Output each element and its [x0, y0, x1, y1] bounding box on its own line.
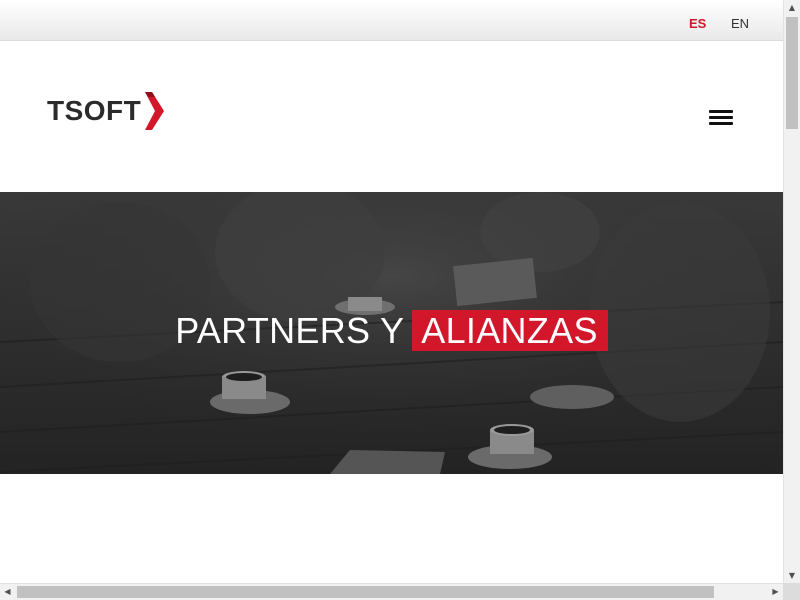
- menu-line: [709, 122, 733, 125]
- scroll-up-arrow-icon[interactable]: ▲: [784, 0, 800, 15]
- horizontal-scrollbar[interactable]: ◀ ▶: [0, 583, 783, 600]
- scroll-down-arrow-icon[interactable]: ▼: [784, 568, 800, 583]
- site-header: TSOFT: [0, 41, 783, 192]
- language-bar: ES EN: [0, 0, 783, 41]
- vertical-scroll-thumb[interactable]: [786, 17, 798, 129]
- language-es-link[interactable]: ES: [689, 16, 706, 32]
- menu-line: [709, 116, 733, 119]
- scrollbar-corner: [783, 583, 800, 600]
- hamburger-menu-icon[interactable]: [709, 107, 734, 127]
- scroll-left-arrow-icon[interactable]: ◀: [0, 584, 15, 600]
- tsoft-logo[interactable]: TSOFT: [47, 91, 165, 131]
- page-viewport: ES EN TSOFT PARTNERS Y ALIANZAS: [0, 0, 783, 583]
- scroll-right-arrow-icon[interactable]: ▶: [768, 584, 783, 600]
- hero-banner: PARTNERS Y ALIANZAS: [0, 192, 783, 474]
- hero-title-highlight: ALIANZAS: [412, 310, 608, 351]
- menu-line: [709, 110, 733, 113]
- vertical-scrollbar[interactable]: ▲ ▼: [783, 0, 800, 583]
- logo-text: TSOFT: [47, 95, 142, 126]
- language-en-link[interactable]: EN: [731, 16, 749, 32]
- horizontal-scroll-thumb[interactable]: [17, 586, 714, 598]
- hero-title: PARTNERS Y ALIANZAS: [0, 308, 783, 354]
- hero-title-plain: PARTNERS Y: [175, 310, 405, 351]
- logo-chevron-icon: [145, 92, 165, 130]
